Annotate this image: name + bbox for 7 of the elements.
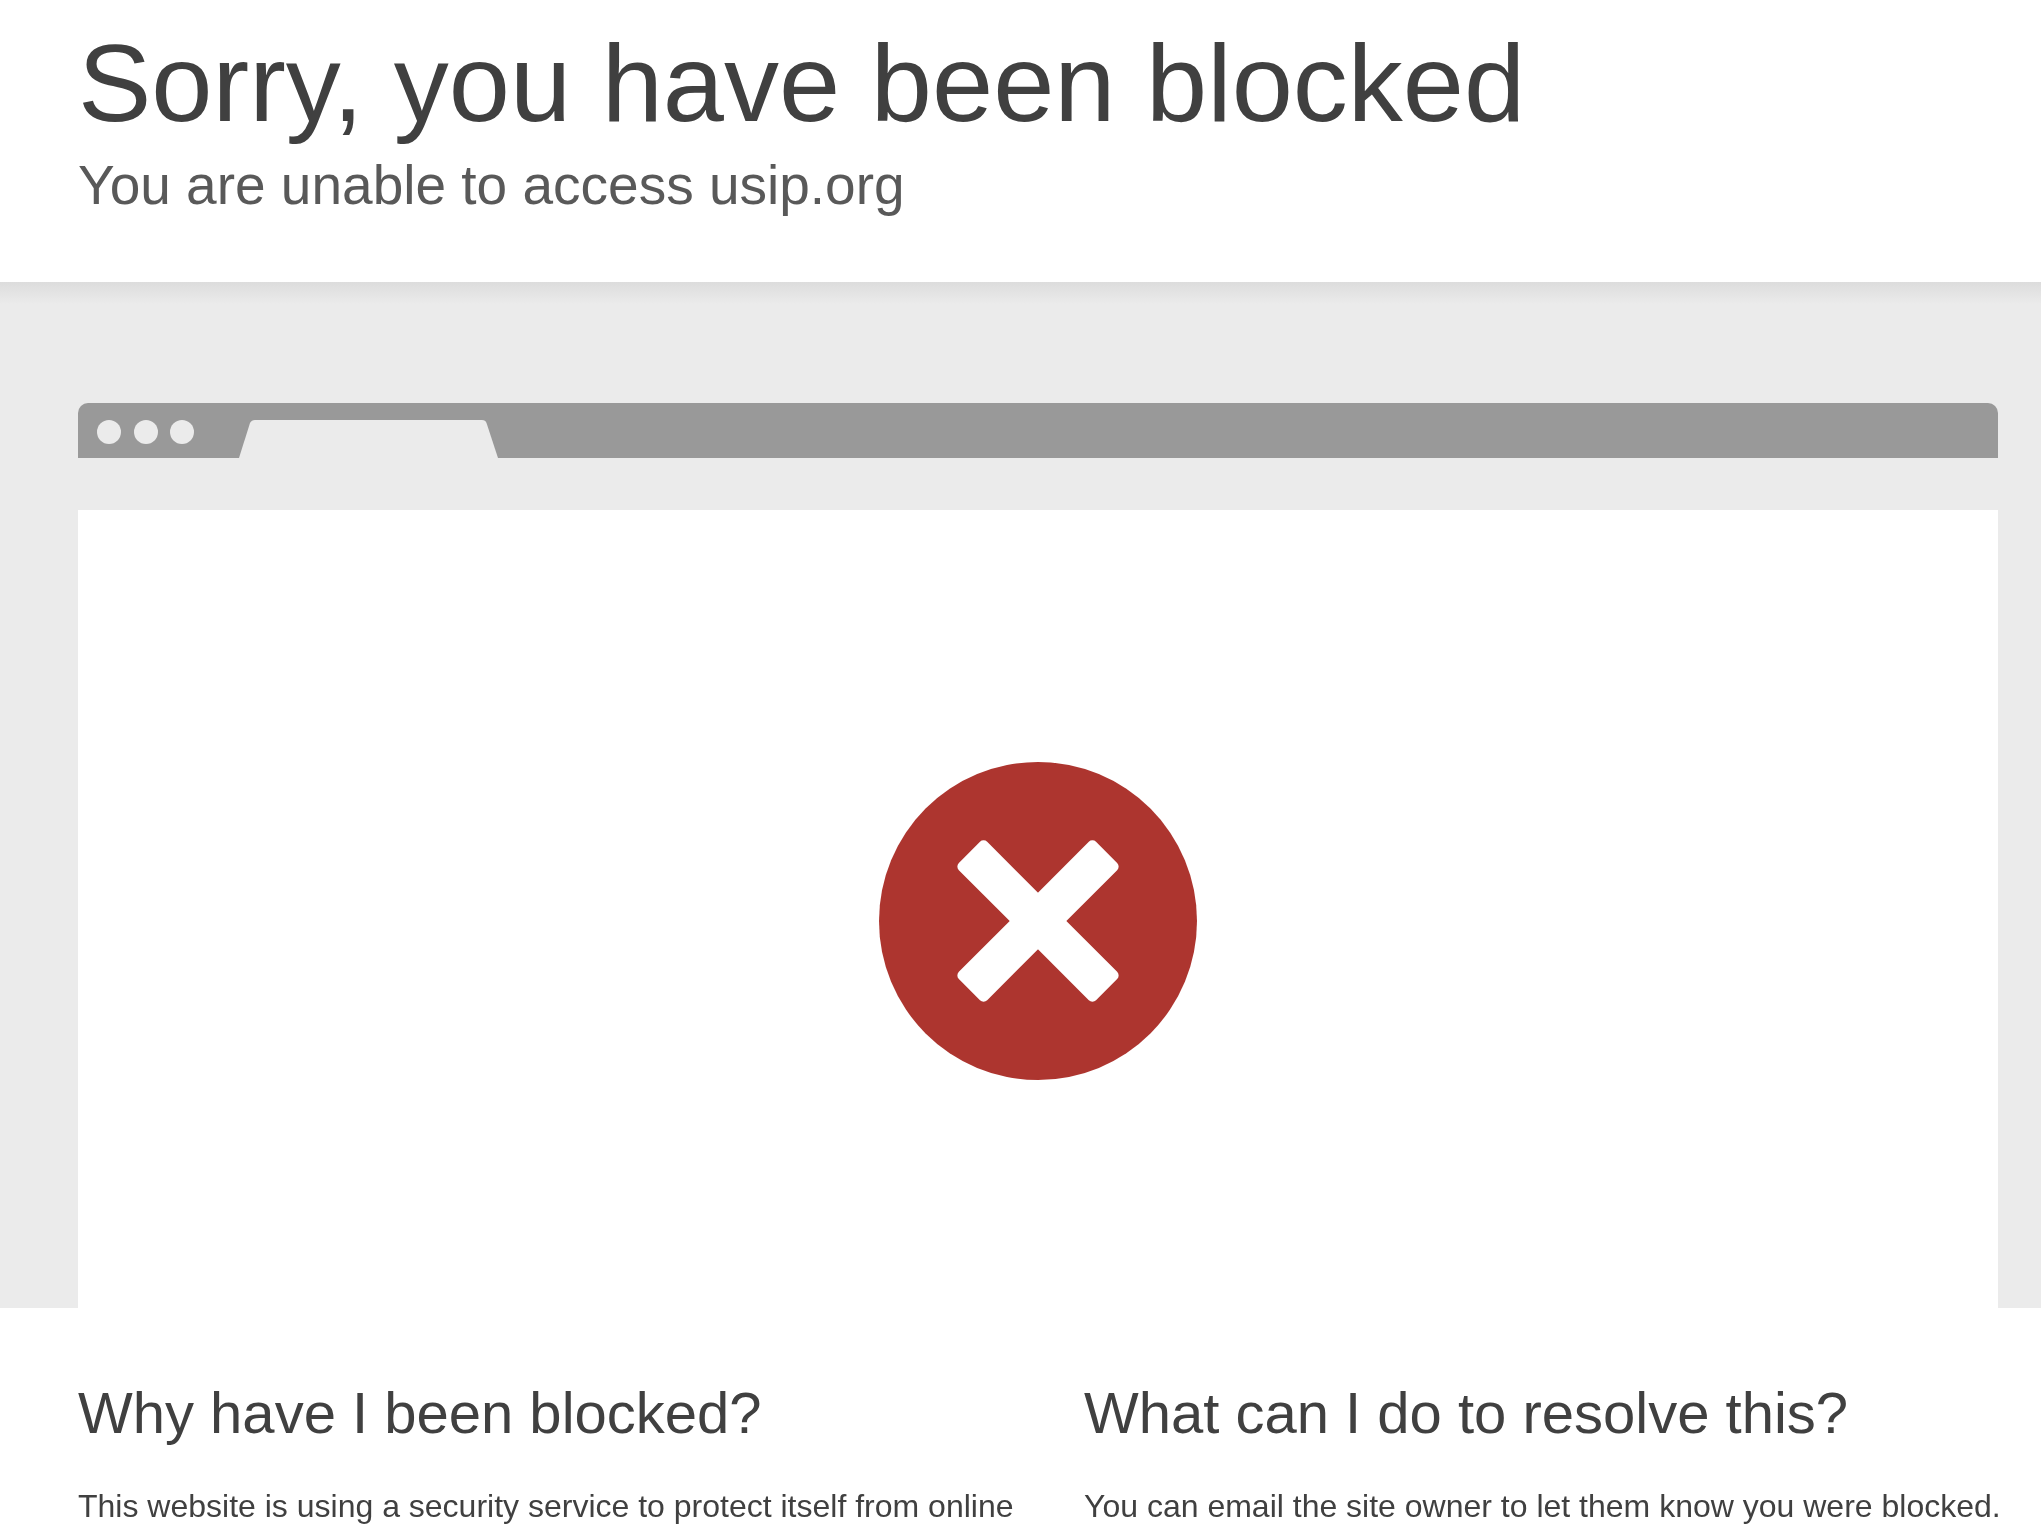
section-text: This website is using a security service to protect itself from online [78, 1487, 1015, 1525]
section-heading: What can I do to resolve this? [1084, 1379, 1850, 1447]
page-title: Sorry, you have been blocked [78, 22, 1527, 143]
page-subtitle: You are unable to access usip.org [78, 153, 906, 218]
error-x-icon [879, 762, 1197, 1080]
section-text: You can email the site owner to let them know you were blocked. [1084, 1487, 1998, 1525]
section-heading: Why have I been blocked? [78, 1379, 763, 1447]
